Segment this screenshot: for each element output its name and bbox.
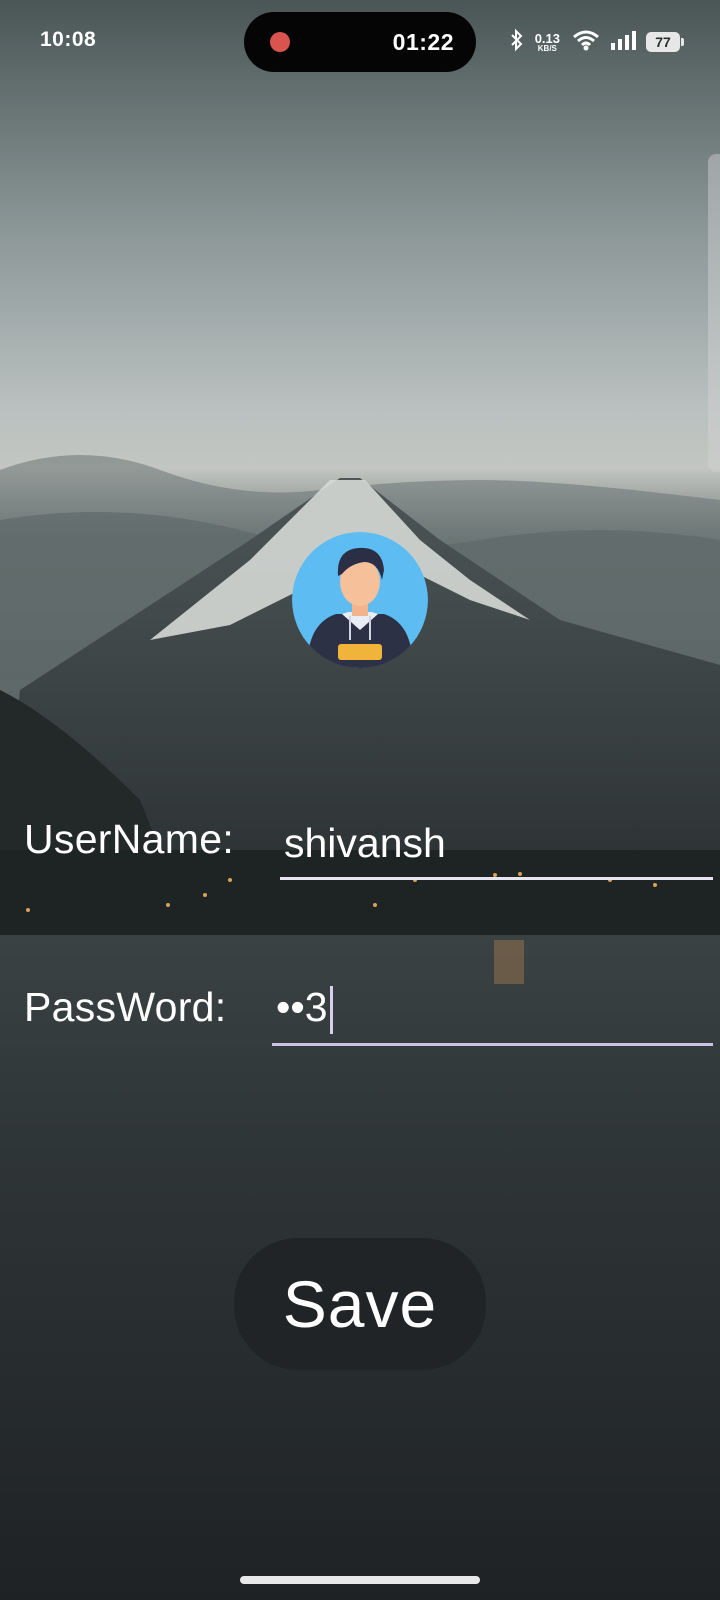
wifi-icon [572,29,600,56]
network-speed: 0.13 KB/S [534,30,560,53]
status-icons: 0.13 KB/S 77 [509,28,684,57]
save-button[interactable]: Save [234,1238,486,1370]
status-bar: 10:08 01:22 0.13 KB/S 77 [0,0,720,84]
password-label: PassWord: [24,984,227,1030]
home-indicator[interactable] [240,1576,480,1584]
signal-icon [610,30,636,55]
username-value: shivansh [284,820,446,866]
avatar [292,532,428,668]
text-cursor [329,986,333,1035]
battery-icon: 77 [646,32,684,52]
bluetooth-icon [509,28,525,57]
password-value: ••3 [276,984,328,1030]
recording-indicator[interactable]: 01:22 [244,12,476,72]
username-label: UserName: [24,816,235,862]
recording-timer: 01:22 [392,29,454,55]
record-dot-icon [270,32,290,52]
clock: 10:08 [40,28,97,51]
password-input[interactable]: ••3 [272,984,713,1046]
username-input[interactable]: shivansh [280,820,713,880]
scroll-handle[interactable] [708,154,720,472]
